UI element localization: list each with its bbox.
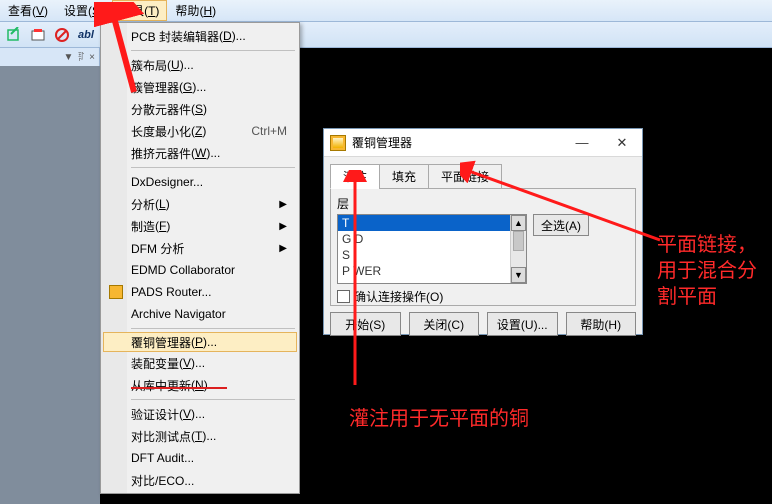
scroll-thumb[interactable] xyxy=(513,231,524,251)
menu-item[interactable]: Archive Navigator xyxy=(103,303,297,325)
dialog-app-icon xyxy=(330,135,346,151)
menu-item[interactable]: PADS Router... xyxy=(103,281,297,303)
menu-item[interactable]: 从库中更新(N)... xyxy=(103,374,297,396)
tab-fill[interactable]: 填充 xyxy=(379,164,429,189)
menu-shortcut: Ctrl+M xyxy=(251,124,287,138)
menu-item[interactable]: 分析(L)▶ xyxy=(103,193,297,215)
menu-item[interactable]: 簇布局(U)... xyxy=(103,54,297,76)
settings-button[interactable]: 设置(U)... xyxy=(487,312,558,336)
tb-icon-4[interactable]: abl xyxy=(76,25,96,45)
menu-item[interactable]: DFT Audit... xyxy=(103,447,297,469)
checkbox-box[interactable] xyxy=(337,290,350,303)
dialog-tabs: 灌注 填充 平面链接 xyxy=(330,163,636,188)
menu-item[interactable]: 覆铜管理器(P)... xyxy=(103,332,297,352)
scroll-down-icon[interactable]: ▼ xyxy=(511,267,526,283)
annotation-text-bottom: 灌注用于无平面的铜 xyxy=(349,406,529,432)
menu-settings[interactable]: 设置(S) xyxy=(56,0,112,21)
panel-pin-icon[interactable]: ꆌ xyxy=(77,51,85,64)
menu-item[interactable]: 对比/ECO... xyxy=(103,469,297,491)
menu-bar: 查看(V) 设置(S) 工具(T) 帮助(H) xyxy=(0,0,772,22)
menu-tools[interactable]: 工具(T) xyxy=(112,0,167,21)
list-item[interactable]: G D xyxy=(338,231,526,247)
menu-separator xyxy=(131,328,295,329)
menu-help[interactable]: 帮助(H) xyxy=(167,0,224,21)
dialog-button-row: 开始(S) 关闭(C) 设置(U)... 帮助(H) xyxy=(324,312,642,342)
submenu-arrow-icon: ▶ xyxy=(279,221,287,232)
list-item[interactable]: S xyxy=(338,247,526,263)
layer-label: 层 xyxy=(337,195,629,212)
menu-item[interactable]: DxDesigner... xyxy=(103,171,297,193)
dialog-tabbody: 层 T G D S P WER ▲ ▼ 全选(A) 确认连接操作(O) xyxy=(330,188,636,306)
help-button[interactable]: 帮助(H) xyxy=(566,312,637,336)
menu-item[interactable]: 制造(F)▶ xyxy=(103,215,297,237)
listbox-scrollbar[interactable]: ▲ ▼ xyxy=(510,215,526,283)
list-item[interactable]: P WER xyxy=(338,263,526,279)
scroll-up-icon[interactable]: ▲ xyxy=(511,215,526,231)
checkbox-label: 确认连接操作(O) xyxy=(354,288,443,305)
panel-close-icon[interactable]: × xyxy=(89,52,95,63)
annotation-underline xyxy=(131,387,227,389)
dialog-minimize-icon[interactable]: — xyxy=(562,130,602,156)
menu-item[interactable]: DFM 分析▶ xyxy=(103,237,297,259)
panel-controls: ▼ ꆌ × xyxy=(0,48,100,66)
submenu-arrow-icon: ▶ xyxy=(279,243,287,254)
select-all-button[interactable]: 全选(A) xyxy=(533,214,589,236)
menu-item[interactable]: EDMD Collaborator xyxy=(103,259,297,281)
pour-manager-dialog: 覆铜管理器 — ✕ 灌注 填充 平面链接 层 T G D S P WER ▲ ▼… xyxy=(323,128,643,335)
list-item[interactable]: T xyxy=(338,215,526,231)
tools-dropdown: PCB 封装编辑器(D)... 簇布局(U)...簇管理器(G)...分散元器件(… xyxy=(100,22,300,494)
menu-separator xyxy=(131,399,295,400)
submenu-arrow-icon: ▶ xyxy=(279,199,287,210)
menu-item[interactable]: 验证设计(V)... xyxy=(103,403,297,425)
annotation-text-right: 平面链接，用于混合分割平面 xyxy=(657,232,767,310)
menu-item[interactable]: 对比测试点(T)... xyxy=(103,425,297,447)
menu-item[interactable]: 簇管理器(G)... xyxy=(103,76,297,98)
dialog-titlebar[interactable]: 覆铜管理器 — ✕ xyxy=(324,129,642,157)
menu-item[interactable]: PCB 封装编辑器(D)... xyxy=(103,25,297,47)
tb-icon-1[interactable] xyxy=(4,25,24,45)
tb-icon-2[interactable] xyxy=(28,25,48,45)
menu-view[interactable]: 查看(V) xyxy=(0,0,56,21)
dialog-title: 覆铜管理器 xyxy=(352,134,412,151)
menu-item[interactable]: 推挤元器件(W)... xyxy=(103,142,297,164)
tab-plane-connect[interactable]: 平面链接 xyxy=(428,164,502,189)
menu-separator xyxy=(131,167,295,168)
dialog-close-icon[interactable]: ✕ xyxy=(602,130,642,156)
confirm-connect-checkbox[interactable]: 确认连接操作(O) xyxy=(337,288,629,305)
start-button[interactable]: 开始(S) xyxy=(330,312,401,336)
menu-item[interactable]: 分散元器件(S) xyxy=(103,98,297,120)
menu-item[interactable]: 装配变量(V)... xyxy=(103,352,297,374)
menu-item[interactable]: 长度最小化(Z)Ctrl+M xyxy=(103,120,297,142)
left-panel-bg xyxy=(0,66,100,504)
tab-flood[interactable]: 灌注 xyxy=(330,164,380,189)
menu-separator xyxy=(131,50,295,51)
layer-listbox[interactable]: T G D S P WER ▲ ▼ xyxy=(337,214,527,284)
tb-icon-3[interactable] xyxy=(52,25,72,45)
close-button[interactable]: 关闭(C) xyxy=(409,312,480,336)
panel-dropdown-icon[interactable]: ▼ xyxy=(63,52,73,63)
pads-icon xyxy=(107,283,125,301)
